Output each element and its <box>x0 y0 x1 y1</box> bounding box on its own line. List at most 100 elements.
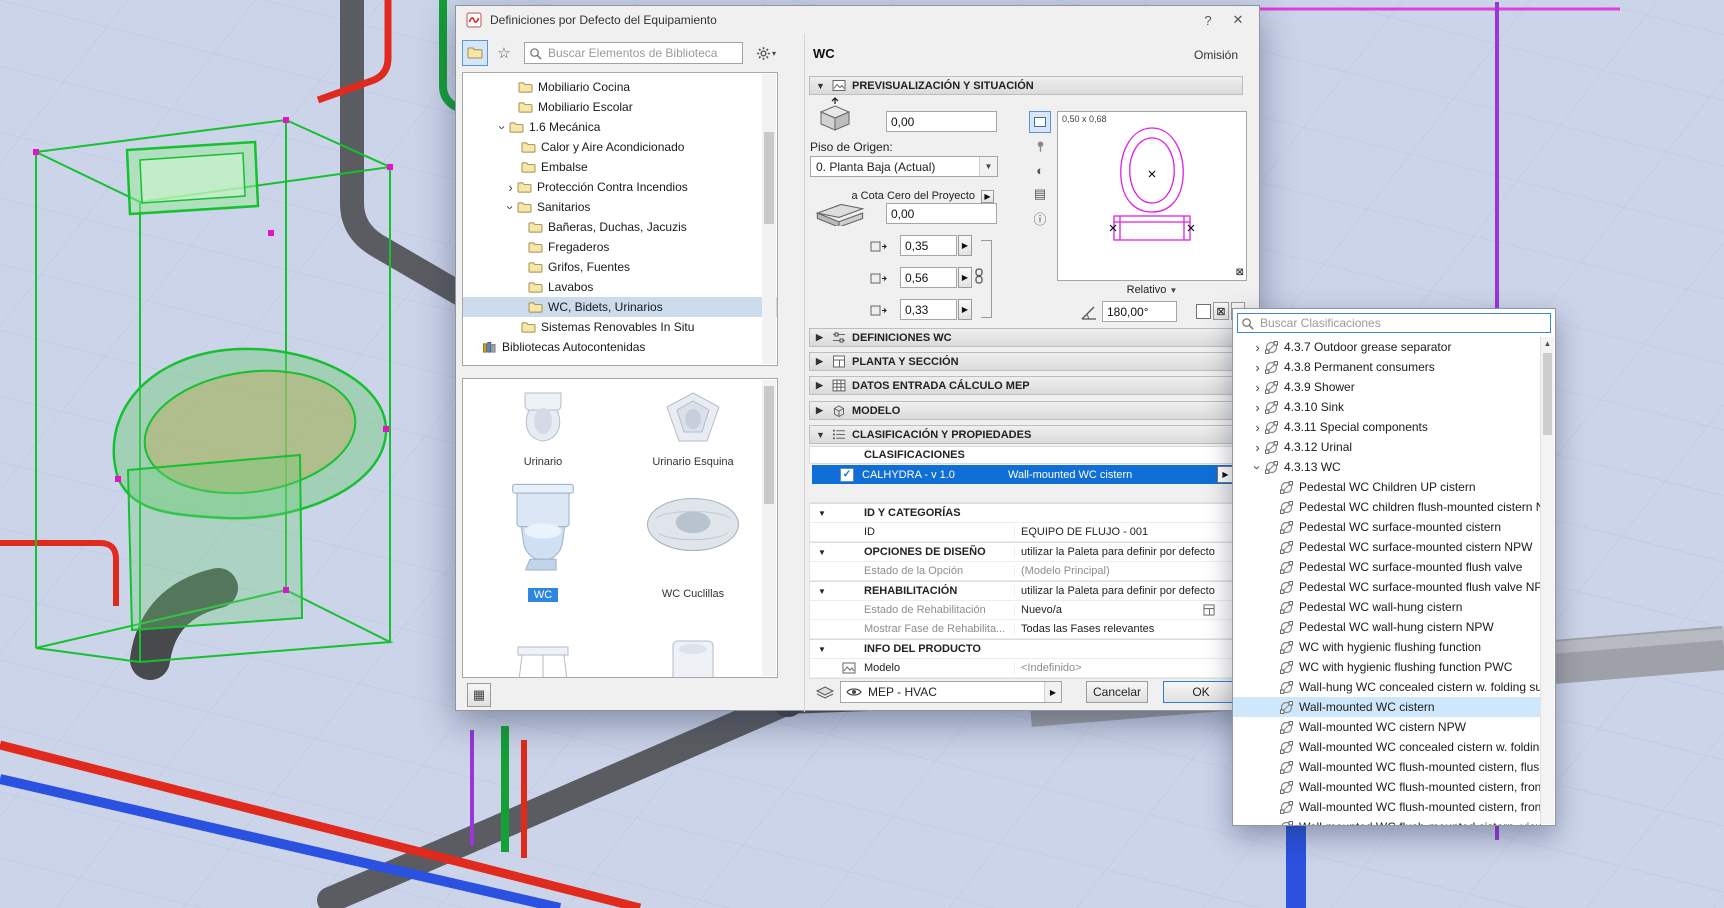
classification-item[interactable]: WC with hygienic flushing function <box>1233 637 1541 657</box>
tree-item[interactable]: Bibliotecas Autocontenidas <box>463 337 777 357</box>
help-button[interactable]: ? <box>1197 13 1219 28</box>
object-preview[interactable]: 0,50 x 0,68 ⊠ <box>1057 111 1247 281</box>
classification-group[interactable]: › 4.3.9 Shower <box>1233 377 1541 397</box>
preview-mode-pin-button[interactable] <box>1029 135 1051 157</box>
expand-chevron-icon[interactable]: › <box>1251 361 1264 374</box>
project-zero-flyout-button[interactable]: ▶ <box>981 190 994 203</box>
library-item-wc-selected[interactable]: WC <box>473 479 613 602</box>
library-item-grid[interactable]: Urinario Urinario Esquina WC WC Cuclilla… <box>462 378 778 678</box>
classification-item[interactable]: Wall-mounted WC flush-mounted cistern, f… <box>1233 797 1541 817</box>
origin-floor-dropdown[interactable]: 0. Planta Baja (Actual) ▼ <box>810 156 998 177</box>
dim-width-input[interactable] <box>900 235 957 256</box>
classification-item[interactable]: Wall-mounted WC concealed cistern w. fol… <box>1233 737 1541 757</box>
section-mep-data[interactable]: ▶ DATOS ENTRADA CÁLCULO MEP <box>809 376 1243 395</box>
library-search[interactable] <box>524 42 743 64</box>
classification-item[interactable]: Wall-mounted WC flush-mounted cistern, f… <box>1233 777 1541 797</box>
mirror-checkbox[interactable] <box>1196 304 1211 319</box>
tree-item[interactable]: Embalse <box>463 157 777 177</box>
section-preview[interactable]: ▼ PREVISUALIZACIÓN Y SITUACIÓN <box>809 76 1243 95</box>
section-classification[interactable]: ▼ CLASIFICACIÓN Y PROPIEDADES <box>809 425 1243 444</box>
library-item-partial[interactable] <box>473 627 613 677</box>
elevation-input[interactable] <box>886 111 997 132</box>
cancel-button[interactable]: Cancelar <box>1086 681 1148 703</box>
expand-chevron-icon[interactable]: › <box>1251 401 1264 414</box>
classification-item[interactable]: Pedestal WC Children UP cistern <box>1233 477 1541 497</box>
library-manager-button[interactable]: ▦ <box>467 683 491 707</box>
property-row[interactable]: Mostrar Fase de Rehabilita... Todas las F… <box>810 620 1242 639</box>
property-group-row[interactable]: ▼ OPCIONES DE DISEÑO utilizar la Paleta pa… <box>810 542 1242 562</box>
collapse-icon[interactable]: ▼ <box>818 587 826 596</box>
dim-height-flyout-button[interactable]: ▶ <box>958 299 972 320</box>
classification-group[interactable]: › 4.3.8 Permanent consumers <box>1233 357 1541 377</box>
classification-item[interactable]: Wall-mounted WC flush-mounted cistern, v… <box>1233 817 1541 825</box>
preview-mode-plan-button[interactable] <box>1029 111 1051 133</box>
dim-width-flyout-button[interactable]: ▶ <box>958 235 972 256</box>
classification-checkbox[interactable]: ✓ <box>840 467 854 482</box>
property-row[interactable]: ID EQUIPO DE FLUJO - 001 <box>810 523 1242 542</box>
classification-group[interactable]: › 4.3.7 Outdoor grease separator <box>1233 337 1541 357</box>
mirror-button[interactable]: ⊠ <box>1213 302 1229 320</box>
classification-row[interactable]: ✓ CALHYDRA - v 1.0 Wall-mounted WC ciste… <box>812 465 1236 484</box>
favorites-button[interactable]: ☆ <box>491 40 517 66</box>
classification-item[interactable]: Pedestal WC surface-mounted cistern <box>1233 517 1541 537</box>
dialog-titlebar[interactable]: Definiciones por Defecto del Equipamient… <box>456 6 1259 34</box>
project-zero-input[interactable] <box>886 203 997 224</box>
dim-depth-input[interactable] <box>900 267 957 288</box>
ok-button[interactable]: OK <box>1163 681 1239 703</box>
dim-height-input[interactable] <box>900 299 957 320</box>
classification-item[interactable]: Wall-mounted WC cistern NPW <box>1233 717 1541 737</box>
rotation-input[interactable] <box>1102 301 1177 322</box>
classification-item[interactable]: WC with hygienic flushing function PWC <box>1233 657 1541 677</box>
mep-system-combo[interactable]: MEP - HVAC ▶ <box>840 681 1062 703</box>
relative-dropdown[interactable]: Relativo ▼ <box>1057 284 1247 296</box>
expand-chevron-icon[interactable]: › <box>1251 341 1264 354</box>
classification-item[interactable]: Pedestal WC surface-mounted flush valve … <box>1233 577 1541 597</box>
preview-info-button[interactable]: ⓘ <box>1029 207 1051 229</box>
tree-scrollbar[interactable] <box>762 74 776 364</box>
thumbs-scrollbar[interactable] <box>762 380 776 676</box>
tree-item[interactable]: Mobiliario Cocina <box>463 77 777 97</box>
classification-group[interactable]: › 4.3.12 Urinal <box>1233 437 1541 457</box>
preview-mode-3d-button[interactable]: ◐ <box>1029 159 1051 181</box>
library-search-input[interactable] <box>546 45 738 61</box>
tree-item[interactable]: Calor y Aire Acondicionado <box>463 137 777 157</box>
classification-search[interactable] <box>1237 313 1551 333</box>
classification-group[interactable]: › 4.3.10 Sink <box>1233 397 1541 417</box>
tree-item[interactable]: › 1.6 Mecánica <box>463 117 777 137</box>
preview-fit-icon[interactable]: ⊠ <box>1236 267 1244 278</box>
tree-item[interactable]: Fregaderos <box>463 237 777 257</box>
library-settings-button[interactable]: ▾ <box>750 40 782 66</box>
tree-item[interactable]: › Sanitarios <box>463 197 777 217</box>
property-row[interactable]: Estado de la Opción (Modelo Principal) <box>810 562 1242 581</box>
classification-group[interactable]: › 4.3.11 Special components <box>1233 417 1541 437</box>
collapse-icon[interactable]: ▼ <box>818 548 826 557</box>
expand-chevron-icon[interactable]: › <box>1250 461 1265 474</box>
section-definitions[interactable]: ▶ DEFINICIONES WC <box>809 328 1243 347</box>
classification-group-expanded[interactable]: › 4.3.13 WC <box>1233 457 1541 477</box>
close-button[interactable]: ✕ <box>1227 12 1249 28</box>
collapse-icon[interactable]: ▼ <box>818 509 826 518</box>
tree-item[interactable]: Bañeras, Duchas, Jacuzis <box>463 217 777 237</box>
popup-scrollbar[interactable]: ▲ <box>1540 337 1554 824</box>
classification-item[interactable]: Pedestal WC wall-hung cistern NPW <box>1233 617 1541 637</box>
property-group-row[interactable]: ▼ REHABILITACIÓN utilizar la Paleta para d… <box>810 581 1242 601</box>
expand-chevron-icon[interactable]: › <box>503 201 518 214</box>
tree-item[interactable]: Sistemas Renovables In Situ <box>463 317 777 337</box>
library-item-urinal[interactable]: Urinario <box>473 387 613 468</box>
scroll-up-icon[interactable]: ▲ <box>1541 339 1554 348</box>
tree-item[interactable]: › Protección Contra Incendios <box>463 177 777 197</box>
library-item-corner-urinal[interactable]: Urinario Esquina <box>623 387 763 468</box>
expand-chevron-icon[interactable]: › <box>1251 421 1264 434</box>
classification-item[interactable]: Pedestal WC surface-mounted cistern NPW <box>1233 537 1541 557</box>
classification-search-input[interactable] <box>1258 315 1547 331</box>
expand-chevron-icon[interactable]: › <box>495 121 510 134</box>
preview-mode-section-button[interactable]: ▤ <box>1029 183 1051 205</box>
property-row[interactable]: Estado de Rehabilitación Nuevo/a <box>810 601 1242 620</box>
dim-depth-flyout-button[interactable]: ▶ <box>958 267 972 288</box>
tree-item[interactable]: Grifos, Fuentes <box>463 257 777 277</box>
folder-view-button[interactable] <box>462 40 488 66</box>
property-group-row[interactable]: ▼ INFO DEL PRODUCTO <box>810 639 1242 659</box>
expand-chevron-icon[interactable]: › <box>1251 381 1264 394</box>
classification-item[interactable]: Wall-mounted WC flush-mounted cistern, f… <box>1233 757 1541 777</box>
classification-list[interactable]: › 4.3.7 Outdoor grease separator › 4.3.8 P… <box>1233 337 1541 825</box>
